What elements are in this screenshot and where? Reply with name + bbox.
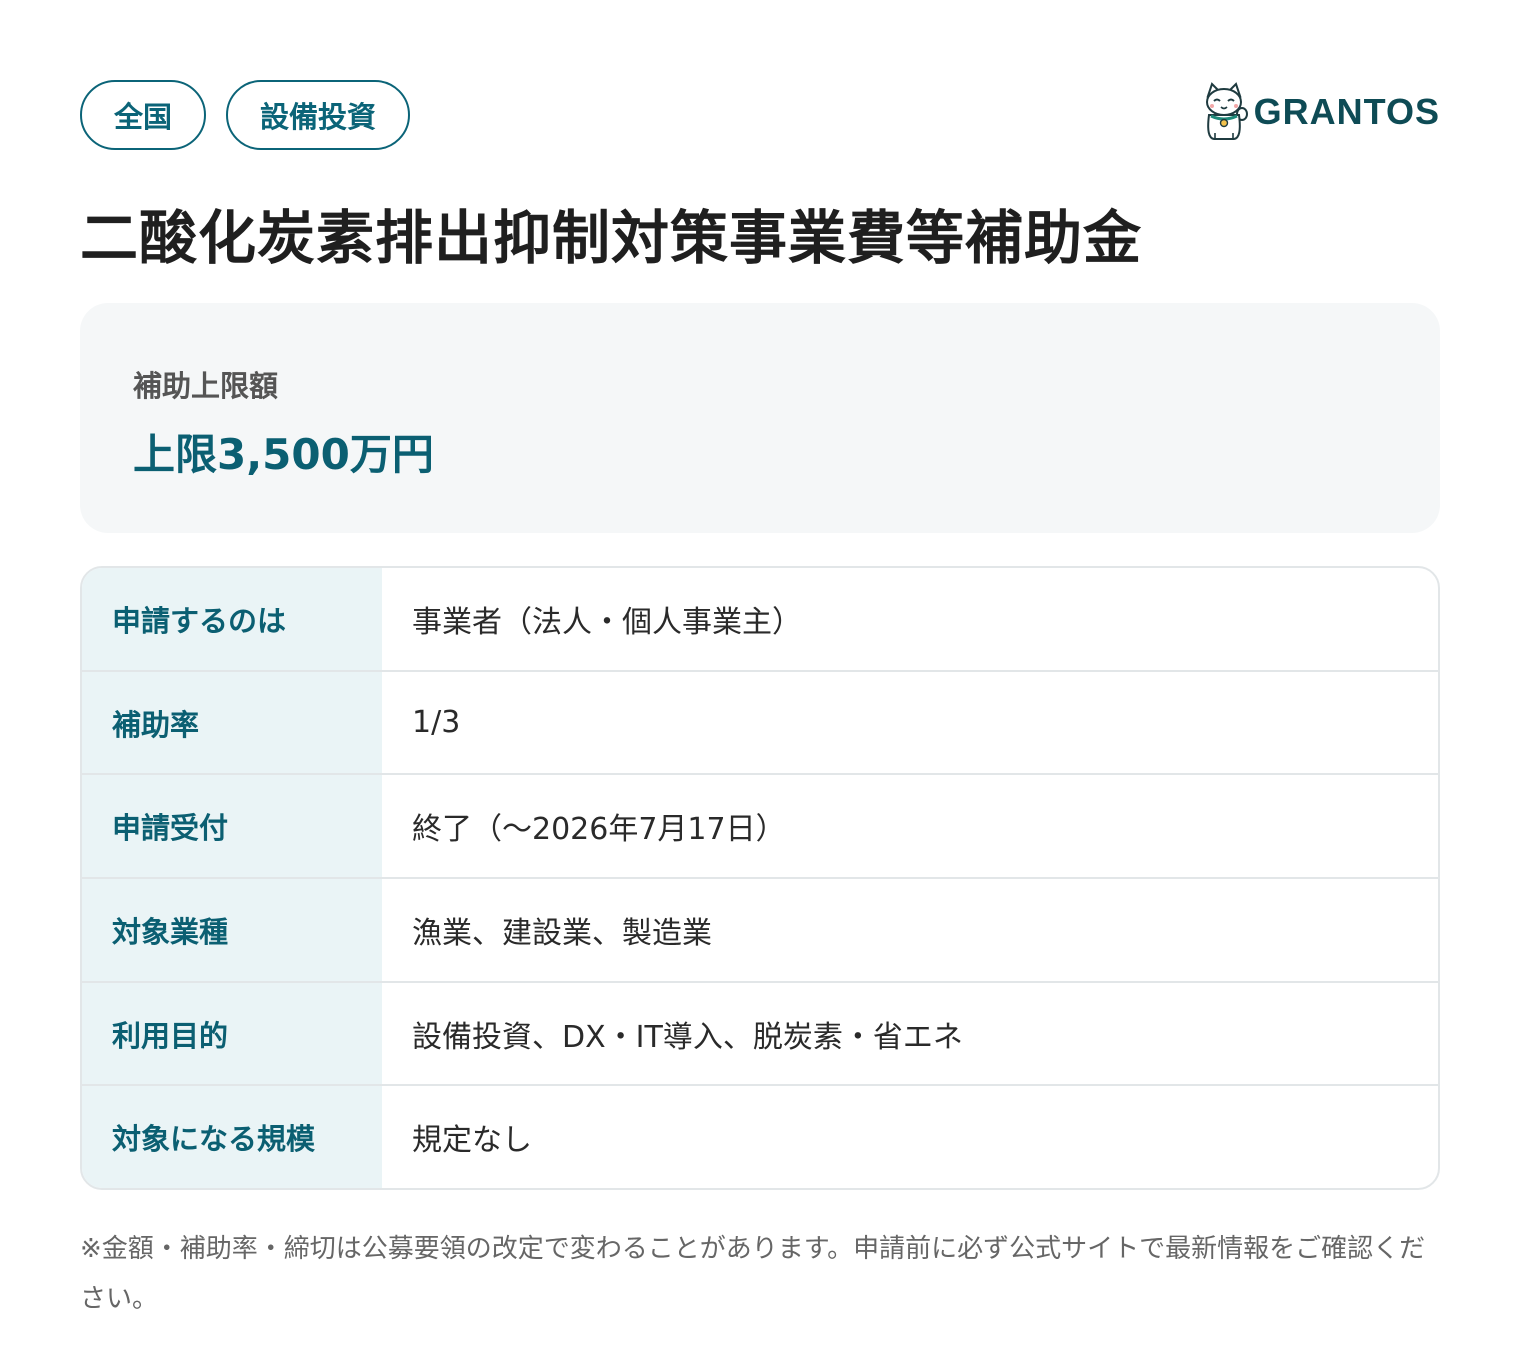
table-row: 対象業種 漁業、建設業、製造業 [82,879,1438,983]
row-label-application-period: 申請受付 [82,775,382,878]
amount-value: 上限3,500万円 [133,430,434,479]
tag-category[interactable]: 設備投資 [226,80,411,150]
row-label-applicant: 申請するのは [82,568,382,670]
row-label-scale: 対象になる規模 [82,1086,382,1188]
grant-detail-page: 全国 設備投資 GRANTOS 二酸化炭素排出抑制対策事業費等補助金 補助上限額… [0,0,1520,1348]
table-row: 補助率 1/3 [82,671,1438,776]
table-row: 対象になる規模 規定なし [82,1086,1438,1188]
brand-name: GRANTOS [1253,91,1440,132]
row-label-industry: 対象業種 [82,879,382,981]
row-value-scale: 規定なし [412,1123,532,1159]
table-row: 申請するのは 事業者（法人・個人事業主） [82,568,1438,672]
table-row: 利用目的 設備投資、DX・IT導入、脱炭素・省エネ [82,982,1438,1087]
maneki-neko-icon [1205,82,1248,140]
tag-region[interactable]: 全国 [80,80,207,150]
tag-list: 全国 設備投資 [80,80,411,150]
row-value-purpose: 設備投資、DX・IT導入、脱炭素・省エネ [412,1019,963,1055]
amount-card: 補助上限額 上限3,500万円 [80,303,1440,533]
row-label-rate: 補助率 [82,671,382,774]
row-value-industry: 漁業、建設業、製造業 [412,915,712,951]
page-title: 二酸化炭素排出抑制対策事業費等補助金 [80,204,1143,272]
row-value-rate: 1/3 [412,705,461,740]
info-table: 申請するのは 事業者（法人・個人事業主） 補助率 1/3 申請受付 終了（〜20… [80,566,1440,1190]
amount-label: 補助上限額 [133,369,279,403]
disclaimer-note: ※金額・補助率・締切は公募要領の改定で変わることがあります。申請前に必ず公式サイ… [80,1234,1426,1314]
table-row: 申請受付 終了（〜2026年7月17日） [82,775,1438,880]
row-label-purpose: 利用目的 [82,982,382,1085]
brand-logo[interactable]: GRANTOS [1200,82,1440,142]
row-value-applicant: 事業者（法人・個人事業主） [412,604,802,640]
row-value-application-period: 終了（〜2026年7月17日） [412,812,786,848]
